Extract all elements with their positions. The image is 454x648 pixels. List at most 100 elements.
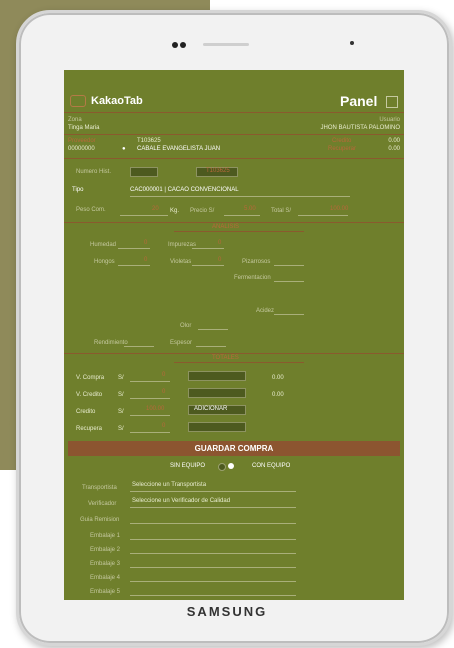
- divider: [64, 112, 404, 113]
- divider: [64, 353, 404, 354]
- select-provider-icon[interactable]: ●: [122, 146, 126, 152]
- rendimiento-field[interactable]: [124, 346, 154, 347]
- espesor-label: Espesor: [170, 340, 193, 346]
- v-credito-label: V. Credito: [76, 392, 103, 398]
- hongos-field[interactable]: [118, 265, 150, 266]
- ticket-label: Numero Hist.: [76, 169, 112, 175]
- acidez-field[interactable]: [274, 314, 304, 315]
- hongos-value: 0: [144, 257, 148, 263]
- user-label: Usuario: [379, 117, 400, 123]
- embalaje-5-label: Embalaje 5: [90, 589, 121, 595]
- rendimiento-label: Rendimiento: [94, 340, 128, 346]
- divider: [64, 222, 404, 223]
- v-credito-box: [188, 388, 246, 398]
- verificador-select[interactable]: Seleccione un Verificador de Calidad: [132, 498, 230, 504]
- impurezas-field[interactable]: [192, 248, 224, 249]
- v-compra-currency: S/: [118, 375, 124, 381]
- humedad-label: Humedad: [90, 242, 117, 248]
- tipo-value[interactable]: CAC000001 | CACAO CONVENCIONAL: [130, 187, 239, 193]
- con-equipo-label: CON EQUIPO: [252, 463, 291, 469]
- acidez-label: Acidez: [256, 308, 275, 314]
- v-compra-total: 0.00: [272, 375, 284, 381]
- sin-equipo-radio[interactable]: [218, 463, 226, 471]
- embalaje-4-field[interactable]: [130, 581, 296, 582]
- embalaje-3-label: Embalaje 3: [90, 561, 121, 567]
- app-header: KakaoTab Panel: [64, 70, 404, 112]
- credito-value: 100.00: [146, 406, 165, 412]
- embalaje-1-label: Embalaje 1: [90, 533, 121, 539]
- v-compra-label: V. Compra: [76, 375, 105, 381]
- precio-value: 5.00: [244, 206, 256, 212]
- humedad-value: 0: [144, 240, 148, 246]
- back-logo-icon[interactable]: [70, 95, 86, 107]
- menu-icon[interactable]: [386, 96, 398, 108]
- olor-label: Olor: [180, 323, 192, 329]
- total-label: Total S/: [271, 208, 292, 214]
- espesor-field[interactable]: [196, 346, 226, 347]
- credit-value: 0.00: [388, 138, 400, 144]
- provider-label: Proveedor: [68, 138, 96, 144]
- recover-value: 0.00: [388, 146, 400, 152]
- violetas-value: 0: [218, 257, 222, 263]
- recupera-label: Recupera: [76, 426, 103, 432]
- camera-dot-icon: [180, 42, 186, 48]
- tipo-label: Tipo: [72, 187, 84, 193]
- panel-link[interactable]: Panel: [340, 93, 377, 109]
- peso-label: Peso Com.: [76, 207, 106, 213]
- save-purchase-button[interactable]: GUARDAR COMPRA: [68, 441, 400, 456]
- credito-field[interactable]: [130, 415, 170, 416]
- transportista-underline: [130, 491, 296, 492]
- zone-label: Zona: [68, 117, 82, 123]
- v-credito-value: 0: [162, 389, 166, 395]
- fermentacion-field[interactable]: [274, 281, 304, 282]
- credito-add-label: ADICIONAR: [194, 406, 228, 412]
- recupera-currency: S/: [118, 426, 124, 432]
- guia-remision-field[interactable]: [130, 523, 296, 524]
- verificador-underline: [130, 507, 296, 508]
- precio-field[interactable]: [224, 215, 260, 216]
- speaker-grill: [203, 43, 249, 46]
- embalaje-4-label: Embalaje 4: [90, 575, 121, 581]
- recupera-field[interactable]: [130, 432, 170, 433]
- provider-name: CABALE EVANGELISTA JUAN: [137, 146, 221, 152]
- embalaje-3-field[interactable]: [130, 567, 296, 568]
- violetas-label: Violetas: [170, 259, 192, 265]
- provider-id: T103625: [137, 138, 161, 144]
- recover-label: Recuperar: [328, 146, 357, 152]
- device-brand: SAMSUNG: [186, 604, 268, 619]
- zone-value: Tinga Maria: [68, 125, 100, 131]
- olor-field[interactable]: [198, 329, 228, 330]
- credito-currency: S/: [118, 409, 124, 415]
- embalaje-1-field[interactable]: [130, 539, 296, 540]
- embalaje-5-field[interactable]: [130, 595, 296, 596]
- v-credito-currency: S/: [118, 392, 124, 398]
- analisis-title: ANALISIS: [212, 224, 240, 230]
- credit-label: Credito: [332, 138, 352, 144]
- v-credito-field[interactable]: [130, 398, 170, 399]
- peso-value: 20: [152, 206, 159, 212]
- provider-code: 00000000: [68, 146, 95, 152]
- section-underline: [174, 362, 304, 363]
- pizarrosos-field[interactable]: [274, 265, 304, 266]
- peso-unit: Kg.: [170, 208, 180, 214]
- camera-dot-icon: [172, 42, 178, 48]
- pizarrosos-label: Pizarrosos: [242, 259, 271, 265]
- v-compra-value: 0: [162, 372, 166, 378]
- transportista-select[interactable]: Seleccione un Transportista: [132, 482, 206, 488]
- tipo-underline: [130, 196, 350, 197]
- fermentacion-label: Fermentacion: [234, 275, 271, 281]
- humedad-field[interactable]: [118, 248, 150, 249]
- sin-equipo-label: SIN EQUIPO: [170, 463, 206, 469]
- divider: [64, 134, 404, 135]
- v-compra-field[interactable]: [130, 381, 170, 382]
- violetas-field[interactable]: [192, 265, 224, 266]
- front-camera: [172, 41, 188, 49]
- con-equipo-radio[interactable]: [228, 463, 234, 469]
- embalaje-2-field[interactable]: [130, 553, 296, 554]
- light-sensor: [350, 41, 354, 45]
- v-credito-total: 0.00: [272, 392, 284, 398]
- transportista-label: Transportista: [82, 485, 117, 491]
- peso-field[interactable]: [120, 215, 168, 216]
- ticket-code-field[interactable]: [130, 167, 158, 177]
- precio-label: Precio S/: [190, 208, 215, 214]
